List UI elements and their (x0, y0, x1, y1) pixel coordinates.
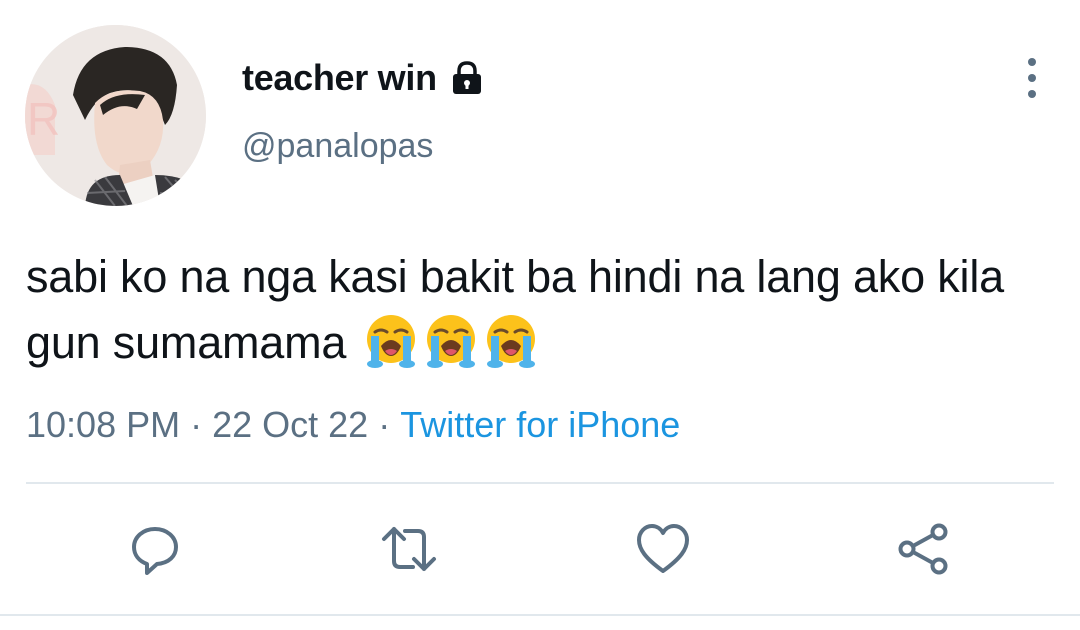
retweet-icon (382, 527, 436, 571)
more-vertical-icon[interactable] (1014, 58, 1050, 98)
display-name[interactable]: teacher win (242, 56, 485, 100)
loudly-crying-face-icon (483, 312, 539, 368)
meta-separator: · (378, 404, 391, 445)
tweet-text: sabi ko na nga kasi bakit ba hindi na la… (26, 244, 1056, 376)
action-bar (0, 518, 1080, 580)
svg-text:R: R (27, 93, 60, 145)
like-button[interactable] (632, 518, 694, 580)
display-name-text: teacher win (242, 57, 437, 98)
reply-icon (132, 527, 178, 575)
loudly-crying-face-icon (363, 312, 419, 368)
heart-icon (637, 524, 689, 573)
tweet-time[interactable]: 10:08 PM (26, 404, 180, 445)
tweet-source-link[interactable]: Twitter for iPhone (400, 404, 680, 445)
retweet-button[interactable] (378, 518, 440, 580)
meta-separator: · (190, 404, 203, 445)
loudly-crying-face-icon (423, 312, 479, 368)
share-button[interactable] (892, 518, 954, 580)
lock-icon (449, 60, 485, 96)
tweet-meta: 10:08 PM · 22 Oct 22 · Twitter for iPhone (26, 402, 680, 448)
reply-button[interactable] (124, 518, 186, 580)
user-handle[interactable]: @panalopas (242, 124, 433, 168)
share-icon (898, 523, 948, 575)
profile-photo: R (25, 25, 206, 206)
divider (26, 482, 1054, 484)
avatar[interactable]: R (25, 25, 206, 206)
bottom-divider (0, 614, 1080, 616)
tweet-date[interactable]: 22 Oct 22 (212, 404, 368, 445)
